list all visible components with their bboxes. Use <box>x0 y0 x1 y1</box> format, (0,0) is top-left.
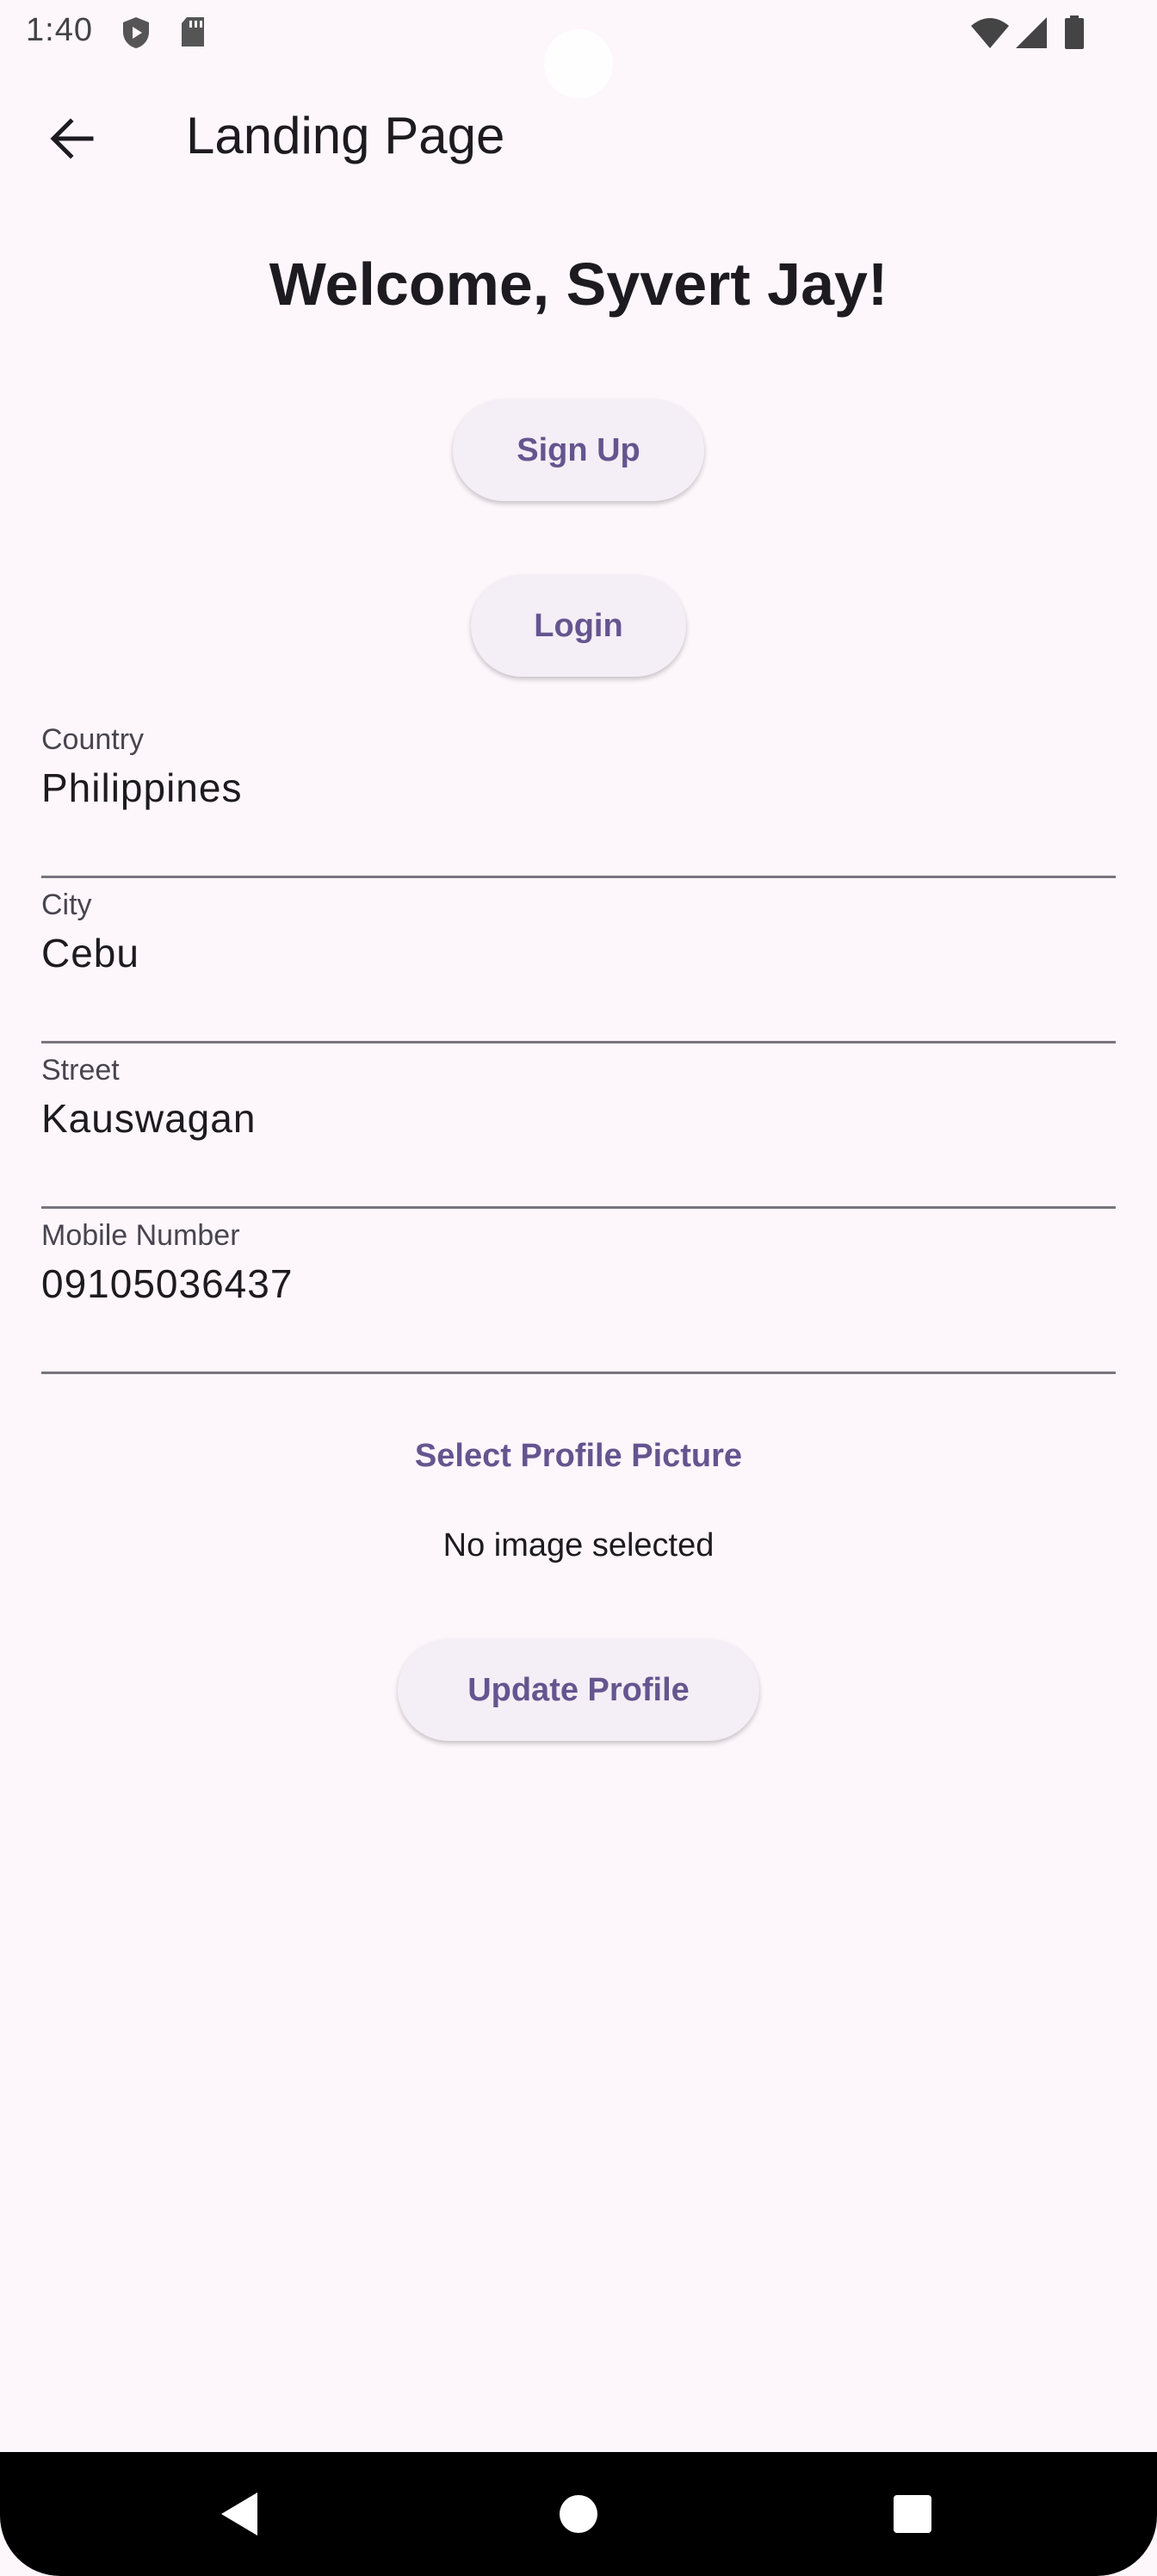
mobile-number-value[interactable]: 09105036437 <box>41 1260 293 1307</box>
field-underline <box>41 876 1116 878</box>
status-time: 1:40 <box>26 12 93 48</box>
battery-icon <box>1064 15 1085 54</box>
mobile-number-label: Mobile Number <box>41 1219 240 1252</box>
sign-up-button[interactable]: Sign Up <box>453 399 704 501</box>
back-button[interactable] <box>34 102 108 176</box>
city-label: City <box>41 889 92 921</box>
city-field[interactable]: City Cebu <box>41 889 1116 1043</box>
shield-icon <box>121 15 152 54</box>
country-value[interactable]: Philippines <box>41 765 242 811</box>
street-field[interactable]: Street Kauswagan <box>41 1054 1116 1209</box>
nav-recents-button[interactable] <box>878 2480 947 2548</box>
city-value[interactable]: Cebu <box>41 930 139 976</box>
country-label: Country <box>41 723 145 756</box>
field-underline <box>41 1041 1116 1043</box>
wifi-icon <box>969 15 1011 54</box>
recents-square-icon <box>894 2495 931 2533</box>
sd-card-icon <box>179 15 207 53</box>
app-bar: Landing Page <box>0 77 1157 189</box>
select-profile-picture-button[interactable]: Select Profile Picture <box>0 1438 1157 1475</box>
country-field[interactable]: Country Philippines <box>41 723 1116 878</box>
home-circle-icon <box>560 2495 597 2533</box>
arrow-back-icon <box>50 118 94 159</box>
field-underline <box>41 1372 1116 1374</box>
login-button[interactable]: Login <box>471 575 686 677</box>
image-status-text: No image selected <box>442 1527 715 1564</box>
field-underline <box>41 1206 1116 1209</box>
nav-back-button[interactable] <box>205 2480 274 2548</box>
street-value[interactable]: Kauswagan <box>41 1095 256 1142</box>
mobile-number-field[interactable]: Mobile Number 09105036437 <box>41 1219 1116 1374</box>
street-label: Street <box>41 1054 120 1087</box>
update-profile-button[interactable]: Update Profile <box>398 1639 759 1741</box>
nav-home-button[interactable] <box>544 2480 613 2548</box>
cell-signal-icon <box>1014 15 1049 54</box>
welcome-heading: Welcome, Syvert Jay! <box>269 251 888 318</box>
back-triangle-icon <box>221 2492 257 2536</box>
page-title: Landing Page <box>186 107 505 164</box>
system-nav-bar <box>0 2452 1157 2576</box>
